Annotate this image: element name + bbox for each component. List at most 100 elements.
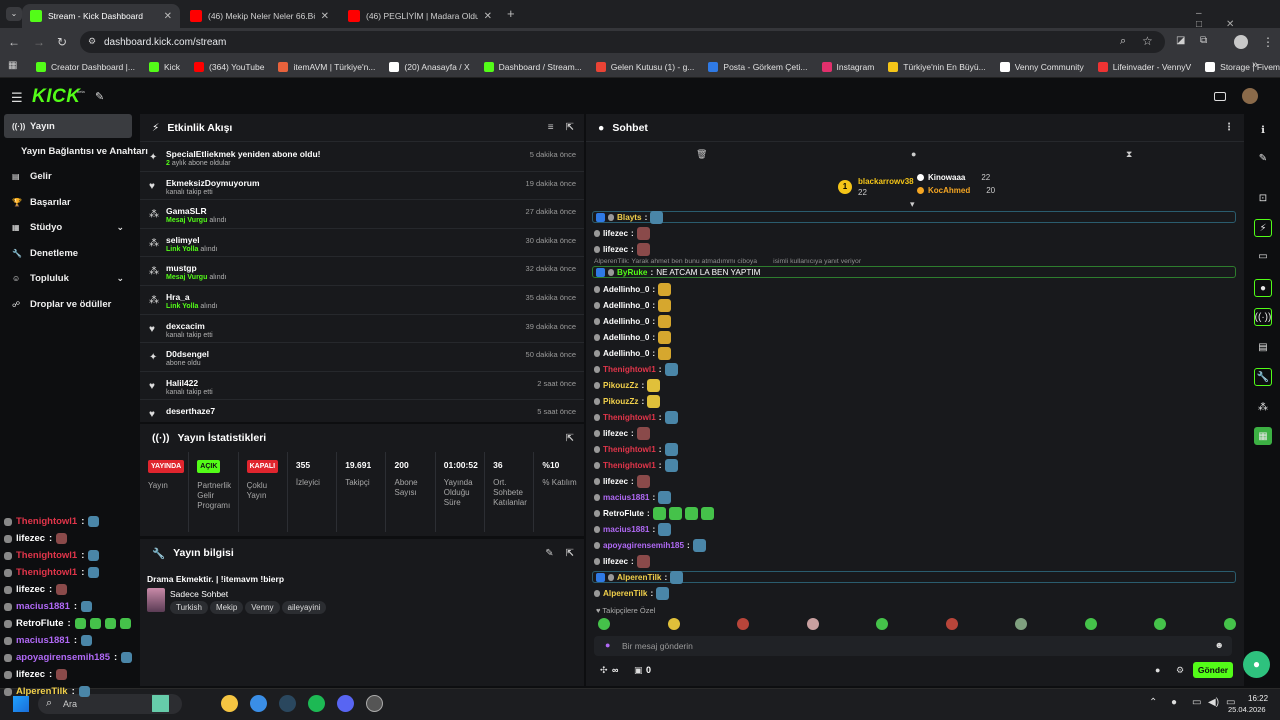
reload-icon[interactable]: ↻: [57, 35, 67, 49]
mini-chat-username[interactable]: RetroFlute: [16, 618, 64, 629]
bookmark-item[interactable]: Lifeinvader - VennyV: [1092, 61, 1197, 72]
obs-icon[interactable]: [366, 695, 383, 712]
extensions-puzzle-icon[interactable]: ⧉: [1200, 35, 1207, 46]
kick-logo[interactable]: KICK: [32, 86, 80, 108]
trash-icon[interactable]: 🗑: [696, 149, 707, 160]
filter-icon[interactable]: ≡: [548, 122, 554, 133]
rewards-icon[interactable]: ⁂: [1254, 398, 1272, 416]
activity-event-row[interactable]: ♥ EkmeksizDoymuyorum kanalı takip etti 19 d…: [140, 172, 584, 201]
screenshot-icon[interactable]: ⊡: [1254, 189, 1272, 207]
chat-bubble-icon[interactable]: ●: [1254, 279, 1272, 297]
chat-username[interactable]: lifezec: [603, 429, 628, 438]
edit-icon[interactable]: ✎: [1254, 149, 1272, 167]
quick-emote-icon[interactable]: [667, 618, 680, 630]
zoom-icon[interactable]: ⌕: [1120, 35, 1126, 48]
windows-start-icon[interactable]: [13, 696, 29, 712]
new-tab-button[interactable]: +: [507, 6, 515, 21]
chat-username[interactable]: PikouzZz: [603, 397, 638, 406]
bookmark-item[interactable]: Kick: [143, 61, 186, 72]
slow-mode-icon[interactable]: ⧗: [1126, 149, 1132, 160]
mini-chat-username[interactable]: Thenightowl1: [16, 550, 77, 561]
chat-bubble-icon[interactable]: ●: [1155, 665, 1160, 675]
wrench-icon[interactable]: 🔧: [1254, 368, 1272, 386]
tray-overflow-icon[interactable]: ⌃: [1149, 697, 1157, 708]
category-name[interactable]: Sadece Sohbet: [170, 589, 228, 599]
bookmark-item[interactable]: Gelen Kutusu (1) - g...: [590, 61, 701, 72]
activity-event-row[interactable]: ⁂ Hra_a Link Yolla alındı 35 dakika önce: [140, 286, 584, 315]
clip-icon[interactable]: ▭: [1254, 247, 1272, 265]
bookmark-item[interactable]: (20) Anasayfa / X: [383, 61, 475, 72]
mini-chat-username[interactable]: Thenightowl1: [16, 567, 77, 578]
bookmark-star-icon[interactable]: ☆: [1142, 34, 1153, 48]
forward-icon[interactable]: →: [33, 35, 45, 49]
popout-icon[interactable]: ⇱: [566, 122, 574, 133]
lightning-icon[interactable]: ⚡: [1254, 219, 1272, 237]
quick-emote-icon[interactable]: [598, 618, 610, 630]
network-icon[interactable]: ▭: [1192, 697, 1201, 708]
mini-chat-username[interactable]: lifezec: [16, 584, 45, 595]
widgets-app-icon[interactable]: [152, 695, 169, 712]
tag-pill[interactable]: aileyayini: [281, 601, 327, 614]
chat-username[interactable]: Thenightowl1: [603, 461, 656, 470]
mini-chat-username[interactable]: macius1881: [16, 601, 70, 612]
window-controls[interactable]: –□✕: [1196, 8, 1280, 30]
quick-emote-icon[interactable]: [1154, 618, 1166, 630]
tag-pill[interactable]: Venny: [245, 601, 280, 614]
activity-event-row[interactable]: ♥ dexcacim kanalı takip etti 39 dakika önce: [140, 315, 584, 344]
pin-icon[interactable]: ✎: [95, 90, 104, 103]
sidebar-item[interactable]: 🔧 Denetleme: [4, 241, 132, 265]
bookmark-item[interactable]: Storage | Fivemanage: [1199, 61, 1280, 72]
browser-menu-icon[interactable]: ⋮: [1262, 35, 1274, 49]
quick-emote-icon[interactable]: [737, 618, 749, 630]
browser-tab[interactable]: Stream - Kick Dashboard ✕: [22, 4, 180, 28]
header-card-icon[interactable]: [1214, 92, 1226, 101]
popout-icon[interactable]: ⇱: [566, 548, 574, 559]
site-info-icon[interactable]: ⚙: [88, 36, 96, 47]
floating-chat-button[interactable]: ●: [1243, 651, 1270, 678]
quick-emote-icon[interactable]: [1223, 618, 1236, 630]
chat-username[interactable]: RetroFlute: [603, 509, 644, 518]
chat-username[interactable]: Adellinho_0: [603, 301, 649, 310]
volume-icon[interactable]: ◀): [1208, 697, 1219, 708]
sidebar-item[interactable]: ▦ Stüdyo ⌄: [4, 215, 132, 239]
channel-points-icon[interactable]: ✣: [600, 665, 608, 676]
quick-emote-icon[interactable]: [1015, 618, 1027, 630]
sidebar-item[interactable]: ((·)) Yayın: [4, 114, 132, 138]
chat-menu-icon[interactable]: ⋮: [1224, 122, 1234, 133]
edit-icon[interactable]: ✎: [545, 548, 553, 559]
quick-emote-icon[interactable]: [876, 618, 888, 630]
quick-emote-icon[interactable]: [945, 618, 958, 630]
chat-username[interactable]: macius1881: [603, 493, 649, 502]
leaderboard-entry[interactable]: Kinowaaa 22: [917, 173, 990, 182]
steam-icon[interactable]: [279, 695, 296, 712]
bookmark-item[interactable]: Türkiye'nin En Büyü...: [882, 61, 991, 72]
activity-event-row[interactable]: ♥ Halil422 kanalı takip etti 2 saat önce: [140, 372, 584, 401]
profile-avatar[interactable]: [1234, 35, 1248, 49]
chat-username[interactable]: apoyagirensemih185: [603, 541, 684, 550]
vault-icon[interactable]: ▣: [634, 665, 643, 676]
bookmark-item[interactable]: Venny Community: [994, 61, 1090, 72]
sidebar-item[interactable]: Yayın Bağlantısı ve Anahtarı: [4, 139, 148, 163]
chat-settings-icon[interactable]: ⚙: [1176, 665, 1184, 676]
activity-event-row[interactable]: ⁂ GamaSLR Mesaj Vurgu alındı 27 dakika önce: [140, 200, 584, 229]
tab-close-icon[interactable]: ✕: [484, 11, 492, 22]
bookmarks-overflow-icon[interactable]: »: [1252, 59, 1258, 71]
chrome-icon[interactable]: [250, 695, 267, 712]
chat-username[interactable]: lifezec: [603, 557, 628, 566]
discord-icon[interactable]: [337, 695, 354, 712]
sidebar-item[interactable]: ▤ Gelir: [4, 164, 132, 188]
leaderboard-entry[interactable]: KocAhmed 20: [917, 186, 995, 195]
bookmark-item[interactable]: Instagram: [816, 61, 881, 72]
activity-event-row[interactable]: ✦ D0dsengel abone oldu 50 dakika önce: [140, 343, 584, 372]
chat-username[interactable]: ByRuke: [617, 268, 648, 277]
sidebar-item[interactable]: 🏆 Başarılar: [4, 190, 132, 214]
chat-username[interactable]: lifezec: [603, 477, 628, 486]
info-icon[interactable]: ℹ: [1254, 121, 1272, 139]
emoji-icon[interactable]: ☻: [1215, 640, 1224, 650]
chat-username[interactable]: Adellinho_0: [603, 317, 649, 326]
chat-filter-icon[interactable]: ●: [911, 149, 916, 159]
browser-tab[interactable]: (46) PEGLİYİM | Madara Olduk ✕: [340, 4, 500, 28]
chat-username[interactable]: Thenightowl1: [603, 365, 656, 374]
send-button[interactable]: Gönder: [1193, 662, 1233, 678]
chat-username[interactable]: Adellinho_0: [603, 349, 649, 358]
